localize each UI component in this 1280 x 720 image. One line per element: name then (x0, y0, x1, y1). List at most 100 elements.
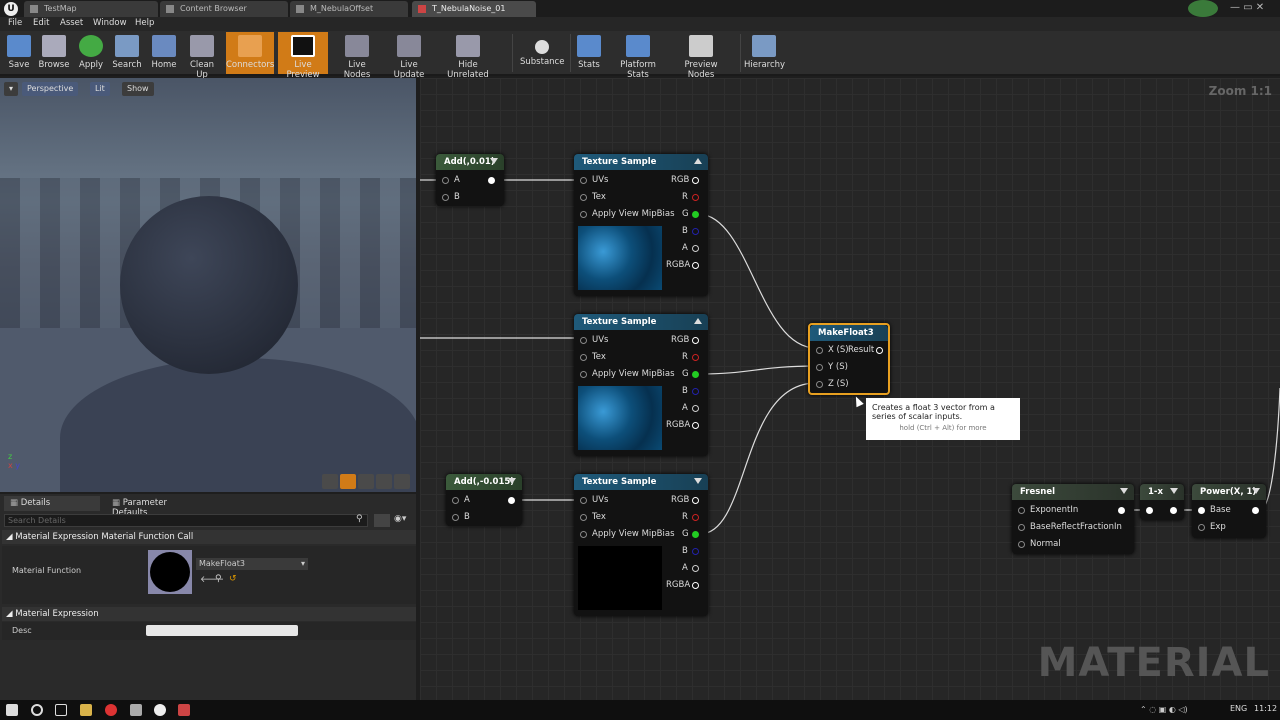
tex-pin[interactable] (580, 354, 587, 361)
rgba-pin[interactable] (692, 422, 699, 429)
menu-asset[interactable]: Asset (60, 18, 83, 28)
language-indicator[interactable]: ENG (1230, 704, 1247, 713)
menu-help[interactable]: Help (135, 18, 154, 28)
input-pin-a[interactable] (452, 497, 459, 504)
output-pin[interactable] (1118, 507, 1125, 514)
sphere-preview-icon[interactable] (340, 474, 356, 489)
hierarchy-button[interactable]: Hierarchy (744, 32, 785, 74)
mipbias-pin[interactable] (580, 211, 587, 218)
live-update-button[interactable]: Live Update (384, 32, 434, 80)
b-pin[interactable] (692, 388, 699, 395)
normal-pin[interactable] (1018, 541, 1025, 548)
search-details-input[interactable]: Search Details (4, 514, 368, 527)
source-control-icon[interactable] (1188, 0, 1218, 17)
input-pin-b[interactable] (442, 194, 449, 201)
exponent-pin[interactable] (1018, 507, 1025, 514)
x-pin[interactable] (816, 347, 823, 354)
tab-parameter-defaults[interactable]: ▦ Parameter Defaults (106, 496, 202, 518)
show-button[interactable]: Show (122, 82, 154, 96)
cube-preview-icon[interactable] (376, 474, 392, 489)
browser-icon[interactable] (105, 704, 117, 716)
collapse-arrow-icon[interactable] (694, 318, 702, 324)
texture-sample-node-3[interactable]: Texture Sample UVs Tex Apply View MipBia… (574, 474, 708, 616)
texture-sample-node-2[interactable]: Texture Sample UVs Tex Apply View MipBia… (574, 314, 708, 456)
output-pin[interactable] (1170, 507, 1177, 514)
menu-file[interactable]: File (8, 18, 22, 28)
platform-stats-button[interactable]: Platform Stats (610, 32, 666, 80)
rgba-pin[interactable] (692, 582, 699, 589)
hide-unrelated-button[interactable]: Hide Unrelated (438, 32, 498, 80)
material-function-thumbnail[interactable] (148, 550, 192, 594)
live-nodes-button[interactable]: Live Nodes (334, 32, 380, 80)
mipbias-pin[interactable] (580, 531, 587, 538)
reset-icon[interactable]: ↺ (229, 574, 237, 584)
r-pin[interactable] (692, 354, 699, 361)
unreal-taskbar-icon[interactable] (154, 704, 166, 716)
windows-start-icon[interactable] (6, 704, 18, 716)
makefloat3-node[interactable]: MakeFloat3 X (S) Result Y (S) Z (S) (808, 323, 890, 395)
rgba-pin[interactable] (692, 262, 699, 269)
file-explorer-icon[interactable] (80, 704, 92, 716)
r-pin[interactable] (692, 194, 699, 201)
tab-details[interactable]: ▦ Details (4, 496, 100, 511)
section-material-function-call[interactable]: ◢ Material Expression Material Function … (2, 530, 416, 544)
add-node-1[interactable]: Add(,0.01) A B (436, 154, 504, 206)
clock[interactable]: 11:12 (1254, 704, 1277, 713)
z-pin[interactable] (816, 381, 823, 388)
browse-button[interactable]: Browse (36, 32, 72, 74)
uvs-pin[interactable] (580, 177, 587, 184)
task-view-icon[interactable] (55, 704, 67, 716)
stats-button[interactable]: Stats (574, 32, 604, 74)
desc-input[interactable] (146, 625, 298, 636)
collapse-arrow-icon[interactable] (1252, 488, 1260, 494)
window-controls[interactable]: — ▭ ✕ (1230, 2, 1264, 13)
live-preview-button[interactable]: Live Preview (278, 32, 328, 80)
g-pin[interactable] (692, 371, 699, 378)
b-pin[interactable] (692, 228, 699, 235)
material-function-combo[interactable]: MakeFloat3 ▾ (196, 558, 308, 570)
mipbias-pin[interactable] (580, 371, 587, 378)
result-pin[interactable] (876, 347, 883, 354)
app-icon[interactable] (130, 704, 142, 716)
collapse-arrow-icon[interactable] (694, 158, 702, 164)
output-pin[interactable] (488, 177, 495, 184)
a-pin[interactable] (692, 245, 699, 252)
uvs-pin[interactable] (580, 497, 587, 504)
one-minus-node[interactable]: 1-x (1140, 484, 1184, 520)
collapse-arrow-icon[interactable] (490, 158, 498, 164)
y-pin[interactable] (816, 364, 823, 371)
apply-button[interactable]: Apply (76, 32, 106, 74)
collapse-arrow-icon[interactable] (508, 478, 516, 484)
view-options-icon[interactable] (374, 514, 390, 527)
search-button[interactable]: Search (110, 32, 144, 74)
tab-texture[interactable]: T_NebulaNoise_01 (412, 1, 536, 17)
collapse-arrow-icon[interactable] (1170, 488, 1178, 494)
output-pin[interactable] (508, 497, 515, 504)
plane-preview-icon[interactable] (358, 474, 374, 489)
tex-pin[interactable] (580, 514, 587, 521)
substance-button[interactable]: Substance (520, 32, 564, 74)
a-pin[interactable] (692, 565, 699, 572)
rgb-pin[interactable] (692, 337, 699, 344)
b-pin[interactable] (692, 548, 699, 555)
collapse-arrow-icon[interactable] (694, 478, 702, 484)
save-button[interactable]: Save (4, 32, 34, 74)
uvs-pin[interactable] (580, 337, 587, 344)
tab-content-browser[interactable]: Content Browser (160, 1, 288, 17)
rgb-pin[interactable] (692, 497, 699, 504)
viewport-options-dropdown[interactable]: ▾ (4, 82, 18, 96)
input-pin-a[interactable] (442, 177, 449, 184)
fresnel-node[interactable]: Fresnel ExponentIn BaseReflectFractionIn… (1012, 484, 1134, 554)
a-pin[interactable] (692, 405, 699, 412)
custom-mesh-icon[interactable] (394, 474, 410, 489)
menu-window[interactable]: Window (93, 18, 127, 28)
home-button[interactable]: Home (148, 32, 180, 74)
collapse-arrow-icon[interactable] (1120, 488, 1128, 494)
cylinder-preview-icon[interactable] (322, 474, 338, 489)
tex-pin[interactable] (580, 194, 587, 201)
texture-sample-node-1[interactable]: Texture Sample UVs Tex Apply View MipBia… (574, 154, 708, 296)
perspective-button[interactable]: Perspective (22, 82, 79, 96)
power-node[interactable]: Power(X, 1) Base Exp (1192, 484, 1266, 538)
eye-icon[interactable]: ◉▾ (394, 514, 406, 524)
tray-icons[interactable]: ⌃ ◌ ▣ ◐ ◁) (1140, 705, 1188, 714)
